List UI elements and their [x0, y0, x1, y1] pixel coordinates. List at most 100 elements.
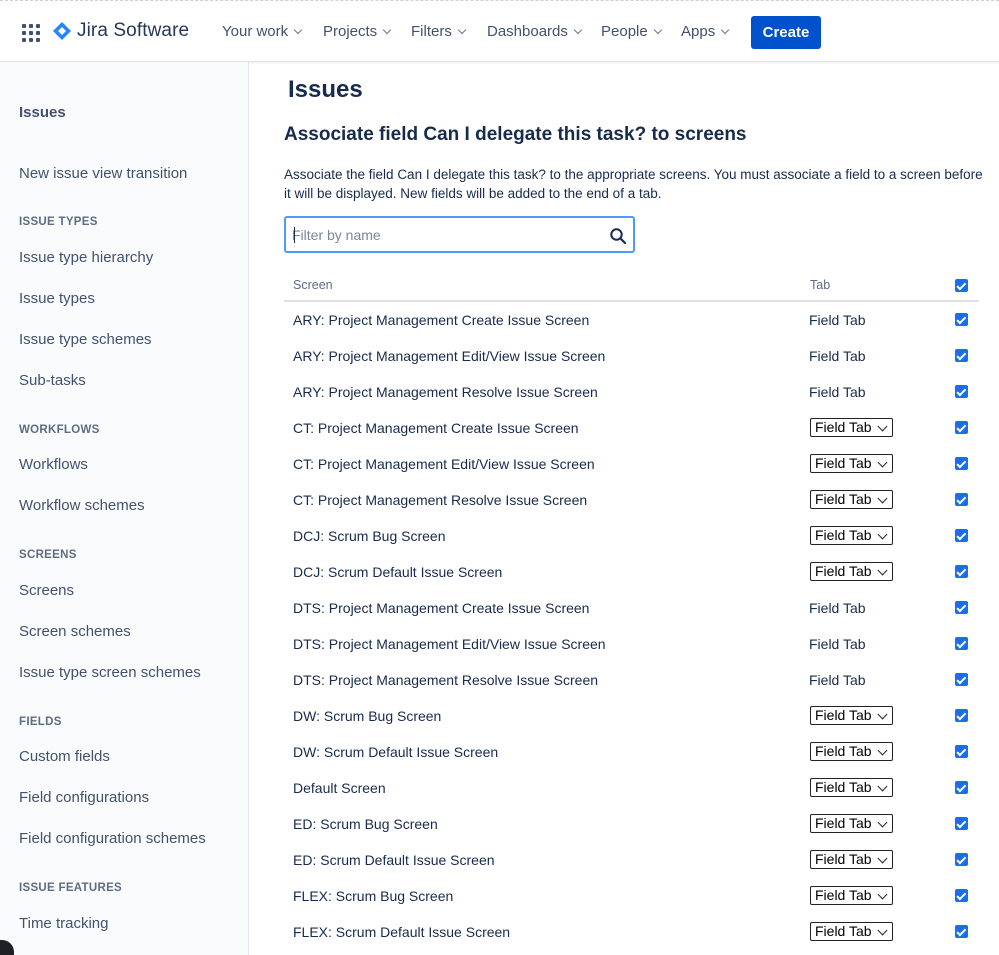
- search-icon[interactable]: [609, 227, 627, 245]
- row-checkbox[interactable]: [955, 853, 968, 866]
- nav-dashboards[interactable]: Dashboards: [487, 23, 583, 40]
- tab-name: Field Tab: [809, 600, 866, 616]
- sidebar-item-issue-types[interactable]: Issue types: [19, 290, 95, 307]
- tab-select[interactable]: Field Tab: [810, 778, 893, 797]
- sidebar-item-time-tracking[interactable]: Time tracking: [19, 915, 108, 932]
- nav-filters[interactable]: Filters: [411, 23, 467, 40]
- chevron-down-icon: [877, 925, 888, 936]
- create-button[interactable]: Create: [751, 16, 821, 49]
- table-row: ARY: Project Management Edit/View Issue …: [284, 338, 979, 374]
- column-header-tab[interactable]: Tab: [810, 278, 830, 292]
- row-checkbox[interactable]: [955, 349, 968, 362]
- tab-select[interactable]: Field Tab: [810, 454, 893, 473]
- row-checkbox[interactable]: [955, 385, 968, 398]
- chevron-down-icon: [457, 25, 467, 34]
- jira-logo-icon: [53, 22, 71, 40]
- sidebar-item-workflow-schemes[interactable]: Workflow schemes: [19, 497, 145, 514]
- sidebar-item-field-configuration-schemes[interactable]: Field configuration schemes: [19, 830, 206, 847]
- sidebar-heading-issue-features: ISSUE FEATURES: [19, 882, 123, 894]
- screen-name: CT: Project Management Create Issue Scre…: [293, 420, 579, 436]
- chevron-down-icon: [877, 565, 888, 576]
- row-checkbox[interactable]: [955, 781, 968, 794]
- screen-name: ARY: Project Management Create Issue Scr…: [293, 312, 590, 328]
- screen-name: ARY: Project Management Edit/View Issue …: [293, 348, 606, 364]
- chevron-down-icon: [877, 853, 888, 864]
- sidebar-item-screens[interactable]: Screens: [19, 582, 74, 599]
- screen-name: ED: Scrum Bug Screen: [293, 816, 438, 832]
- tab-select[interactable]: Field Tab: [810, 922, 893, 941]
- screen-name: FLEX: Scrum Bug Screen: [293, 888, 454, 904]
- row-checkbox[interactable]: [955, 313, 968, 326]
- sidebar-item-issue-type-schemes[interactable]: Issue type schemes: [19, 331, 152, 348]
- row-checkbox[interactable]: [955, 457, 968, 470]
- tab-select-value: Field Tab: [815, 419, 872, 435]
- screen-name: ARY: Project Management Resolve Issue Sc…: [293, 384, 598, 400]
- row-checkbox[interactable]: [955, 925, 968, 938]
- sidebar-heading-fields: FIELDS: [19, 716, 62, 728]
- sidebar-heading-screens: SCREENS: [19, 549, 77, 561]
- row-checkbox[interactable]: [955, 637, 968, 650]
- row-checkbox[interactable]: [955, 493, 968, 506]
- tab-select[interactable]: Field Tab: [810, 418, 893, 437]
- tab-select-value: Field Tab: [815, 455, 872, 471]
- app-name: Jira Software: [77, 20, 190, 41]
- sidebar-title: Issues: [19, 104, 66, 121]
- table-row: ED: Scrum Bug Screen Field Tab: [284, 806, 979, 842]
- nav-apps[interactable]: Apps: [681, 23, 730, 40]
- row-checkbox[interactable]: [955, 601, 968, 614]
- row-checkbox[interactable]: [955, 529, 968, 542]
- chevron-down-icon: [653, 25, 662, 34]
- tab-select[interactable]: Field Tab: [810, 850, 893, 869]
- sidebar-item-screen-schemes[interactable]: Screen schemes: [19, 623, 131, 640]
- sidebar-item-sub-tasks[interactable]: Sub-tasks: [19, 372, 86, 389]
- text-cursor: [294, 227, 295, 243]
- table-row: ED: Scrum Default Issue Screen Field Tab: [284, 842, 979, 878]
- table-row: CT: Project Management Resolve Issue Scr…: [284, 482, 979, 518]
- row-checkbox[interactable]: [955, 565, 968, 578]
- nav-label: People: [601, 23, 648, 40]
- table-row: FLEX: Scrum Default Issue Screen Field Ta…: [284, 914, 979, 950]
- screen-name: DW: Scrum Bug Screen: [293, 708, 442, 724]
- app-switcher-icon[interactable]: [22, 24, 40, 42]
- table-row: DCJ: Scrum Bug Screen Field Tab: [284, 518, 979, 554]
- chevron-down-icon: [382, 25, 392, 34]
- tab-name: Field Tab: [809, 384, 866, 400]
- tab-select-value: Field Tab: [815, 815, 872, 831]
- select-all-checkbox[interactable]: [955, 279, 968, 292]
- chevron-down-icon: [877, 529, 888, 540]
- nav-your-work[interactable]: Your work: [222, 23, 303, 40]
- tab-select[interactable]: Field Tab: [810, 814, 893, 833]
- tab-select[interactable]: Field Tab: [810, 526, 893, 545]
- row-checkbox[interactable]: [955, 709, 968, 722]
- screen-name: DW: Scrum Default Issue Screen: [293, 744, 499, 760]
- row-checkbox[interactable]: [955, 673, 968, 686]
- tab-select[interactable]: Field Tab: [810, 886, 893, 905]
- tab-select[interactable]: Field Tab: [810, 562, 893, 581]
- chevron-down-icon: [877, 709, 888, 720]
- sidebar-item-issue-type-screen-schemes[interactable]: Issue type screen schemes: [19, 664, 201, 681]
- top-navigation: Jira Software Your work Projects Filters…: [0, 0, 999, 62]
- chevron-down-icon: [877, 745, 888, 756]
- row-checkbox[interactable]: [955, 421, 968, 434]
- sidebar-item-new-issue-view-transition[interactable]: New issue view transition: [19, 165, 187, 182]
- chevron-down-icon: [877, 493, 888, 504]
- nav-projects[interactable]: Projects: [323, 23, 392, 40]
- sidebar-item-field-configurations[interactable]: Field configurations: [19, 789, 149, 806]
- sidebar-item-issue-type-hierarchy[interactable]: Issue type hierarchy: [19, 249, 153, 266]
- row-checkbox[interactable]: [955, 745, 968, 758]
- table-row: ARY: Project Management Create Issue Scr…: [284, 302, 979, 338]
- tab-select[interactable]: Field Tab: [810, 490, 893, 509]
- screen-name: DTS: Project Management Resolve Issue Sc…: [293, 672, 599, 688]
- filter-by-name-field[interactable]: [284, 216, 635, 253]
- sidebar-item-custom-fields[interactable]: Custom fields: [19, 748, 110, 765]
- tab-select[interactable]: Field Tab: [810, 742, 893, 761]
- tab-select[interactable]: Field Tab: [810, 706, 893, 725]
- jira-logo[interactable]: Jira Software: [52, 20, 189, 42]
- nav-people[interactable]: People: [601, 23, 662, 40]
- description: Associate the field Can I delegate this …: [284, 167, 983, 201]
- column-header-screen[interactable]: Screen: [293, 278, 333, 292]
- row-checkbox[interactable]: [955, 817, 968, 830]
- row-checkbox[interactable]: [955, 889, 968, 902]
- sidebar-item-workflows[interactable]: Workflows: [19, 456, 88, 473]
- filter-input[interactable]: [292, 225, 592, 245]
